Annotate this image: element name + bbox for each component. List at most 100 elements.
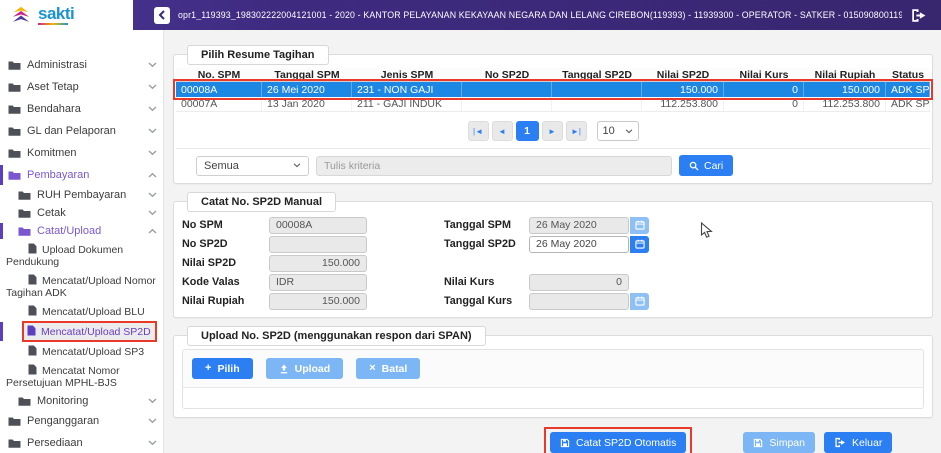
sidebar-item-persediaan[interactable]: Persediaan <box>0 432 163 453</box>
upload-file-list <box>183 388 923 408</box>
search-input[interactable] <box>316 156 672 176</box>
sidebar-item-administrasi[interactable]: Administrasi <box>0 54 163 76</box>
chevron-down-icon <box>148 128 157 134</box>
pagination-next-button[interactable]: ► <box>542 121 563 141</box>
search-icon <box>689 161 699 171</box>
sidebar-item-mencatat-upload-sp2d[interactable]: Mencatat/Upload SP2D <box>24 323 155 340</box>
chevron-up-icon <box>148 228 157 234</box>
chevron-down-icon <box>293 163 301 168</box>
upload-toolbar: +Pilih Upload ×Batal <box>183 350 923 388</box>
brand-name: sakti <box>38 4 74 23</box>
pagination-prev-button[interactable]: ◄ <box>492 121 513 141</box>
sidebar-item-mencatat-nomor-persetujuan-mphl-bjs[interactable]: Mencatat Nomor Persetujuan MPHL-BJS <box>0 361 163 392</box>
manual-sp2d-panel: Catat No. SP2D Manual No SPM Tanggal SPM… <box>173 201 933 318</box>
pagination: |◄ ◄ 1 ► ►| 10 <box>176 121 930 141</box>
sidebar-item-aset-tetap[interactable]: Aset Tetap <box>0 76 163 98</box>
form-row: No SPM Tanggal SPM <box>174 217 932 233</box>
chevron-down-icon <box>148 418 157 424</box>
no-spm-label: No SPM <box>182 219 269 231</box>
chevron-down-icon <box>148 106 157 112</box>
search-bar: Semua Cari <box>176 148 930 183</box>
form-row: Kode Valas Nilai Kurs <box>174 274 932 290</box>
folder-icon <box>8 416 21 427</box>
pagination-first-button[interactable]: |◄ <box>468 121 489 141</box>
tanggal-kurs-field <box>529 293 629 310</box>
back-button[interactable] <box>154 7 170 24</box>
table-row[interactable]: 00007A 13 Jan 2020 211 - GAJI INDUK 112.… <box>176 97 930 112</box>
chevron-down-icon <box>148 62 157 68</box>
sidebar-item-penganggaran[interactable]: Penganggaran <box>0 410 163 432</box>
save-icon <box>753 438 763 448</box>
chevron-down-icon <box>148 398 157 404</box>
resume-table: No. SPM Tanggal SPM Jenis SPM No SP2D Ta… <box>176 68 930 112</box>
main-content: Pilih Resume Tagihan No. SPM Tanggal SPM… <box>164 30 941 453</box>
tanggal-spm-calendar-button <box>630 217 649 234</box>
nilai-rupiah-label: Nilai Rupiah <box>182 295 269 307</box>
folder-icon <box>8 104 21 115</box>
kode-valas-field <box>269 274 367 291</box>
upload-box: +Pilih Upload ×Batal <box>182 349 924 409</box>
batal-button[interactable]: ×Batal <box>356 358 420 379</box>
file-icon <box>28 274 37 285</box>
table-header-row: No. SPM Tanggal SPM Jenis SPM No SP2D Ta… <box>176 68 930 82</box>
keluar-button[interactable]: Keluar <box>824 432 892 453</box>
folder-icon <box>18 208 31 219</box>
file-icon <box>28 345 37 356</box>
kode-valas-label: Kode Valas <box>182 276 269 288</box>
upload-button[interactable]: Upload <box>266 358 344 379</box>
sidebar-item-ruh-pembayaran[interactable]: RUH Pembayaran <box>0 186 163 204</box>
sidebar-item-pembayaran[interactable]: Pembayaran <box>0 164 163 186</box>
pilih-button[interactable]: +Pilih <box>192 358 253 379</box>
tanggal-sp2d-calendar-button[interactable] <box>630 236 649 253</box>
resume-panel: Pilih Resume Tagihan No. SPM Tanggal SPM… <box>173 54 933 184</box>
tanggal-sp2d-field[interactable] <box>529 236 629 253</box>
annotation-highlight-box: Catat SP2D Otomatis <box>544 427 692 453</box>
file-icon <box>27 325 36 336</box>
chevron-down-icon <box>148 150 157 156</box>
catat-sp2d-otomatis-button[interactable]: Catat SP2D Otomatis <box>550 432 686 453</box>
sidebar-item-cetak[interactable]: Cetak <box>0 204 163 222</box>
nilai-rupiah-field <box>269 293 367 310</box>
form-row: Nilai Rupiah Tanggal Kurs <box>174 293 932 309</box>
sidebar-nav: Administrasi Aset Tetap Bendahara GL dan… <box>0 30 164 453</box>
resume-panel-title: Pilih Resume Tagihan <box>187 45 329 65</box>
sidebar-item-komitmen[interactable]: Komitmen <box>0 142 163 164</box>
sidebar-item-mencatat-upload-blu[interactable]: Mencatat/Upload BLU <box>0 302 163 321</box>
folder-icon <box>8 438 21 449</box>
no-sp2d-field <box>269 236 367 253</box>
table-row-selected[interactable]: 00008A 26 Mei 2020 231 - NON GAJI 150.00… <box>176 82 930 97</box>
folder-icon <box>18 190 31 201</box>
folder-icon <box>8 60 21 71</box>
sidebar-item-catat-upload[interactable]: Catat/Upload <box>0 222 163 240</box>
pagination-last-button[interactable]: ►| <box>566 121 587 141</box>
upload-panel-title: Upload No. SP2D (menggunakan respon dari… <box>187 326 486 346</box>
sidebar-item-bendahara[interactable]: Bendahara <box>0 98 163 120</box>
folder-icon <box>8 126 21 137</box>
save-icon <box>560 438 570 448</box>
cari-button[interactable]: Cari <box>679 155 733 176</box>
file-icon <box>28 305 37 316</box>
tanggal-kurs-calendar-button <box>630 293 649 310</box>
app-header: sakti opr1_119393_198302222004121001 - 2… <box>0 0 941 30</box>
sidebar-item-mencatat-upload-sp3[interactable]: Mencatat/Upload SP3 <box>0 342 163 361</box>
simpan-button[interactable]: Simpan <box>743 432 815 453</box>
form-row: No SP2D Tanggal SP2D <box>174 236 932 252</box>
logout-button[interactable] <box>910 8 927 23</box>
upload-icon <box>279 364 289 374</box>
search-category-select[interactable]: Semua <box>196 156 309 176</box>
chevron-down-icon <box>148 84 157 90</box>
sakti-logo-icon <box>10 5 32 25</box>
sidebar-item-mencatat-upload-nomor-tagihan-adk[interactable]: Mencatat/Upload Nomor Tagihan ADK <box>0 271 163 302</box>
sidebar-item-gl-dan-pelaporan[interactable]: GL dan Pelaporan <box>0 120 163 142</box>
tanggal-spm-label: Tanggal SPM <box>444 219 529 231</box>
pagination-page-1-button[interactable]: 1 <box>516 121 539 141</box>
page-size-select[interactable]: 10 <box>597 121 639 141</box>
chevron-down-icon <box>148 192 157 198</box>
folder-icon <box>8 82 21 93</box>
sidebar-item-upload-dokumen-pendukung[interactable]: Upload Dokumen Pendukung <box>0 240 163 271</box>
chevron-down-icon <box>148 440 157 446</box>
file-icon <box>28 243 37 254</box>
sidebar-item-monitoring[interactable]: Monitoring <box>0 392 163 410</box>
calendar-icon <box>635 296 645 306</box>
tanggal-sp2d-label: Tanggal SP2D <box>444 238 529 250</box>
